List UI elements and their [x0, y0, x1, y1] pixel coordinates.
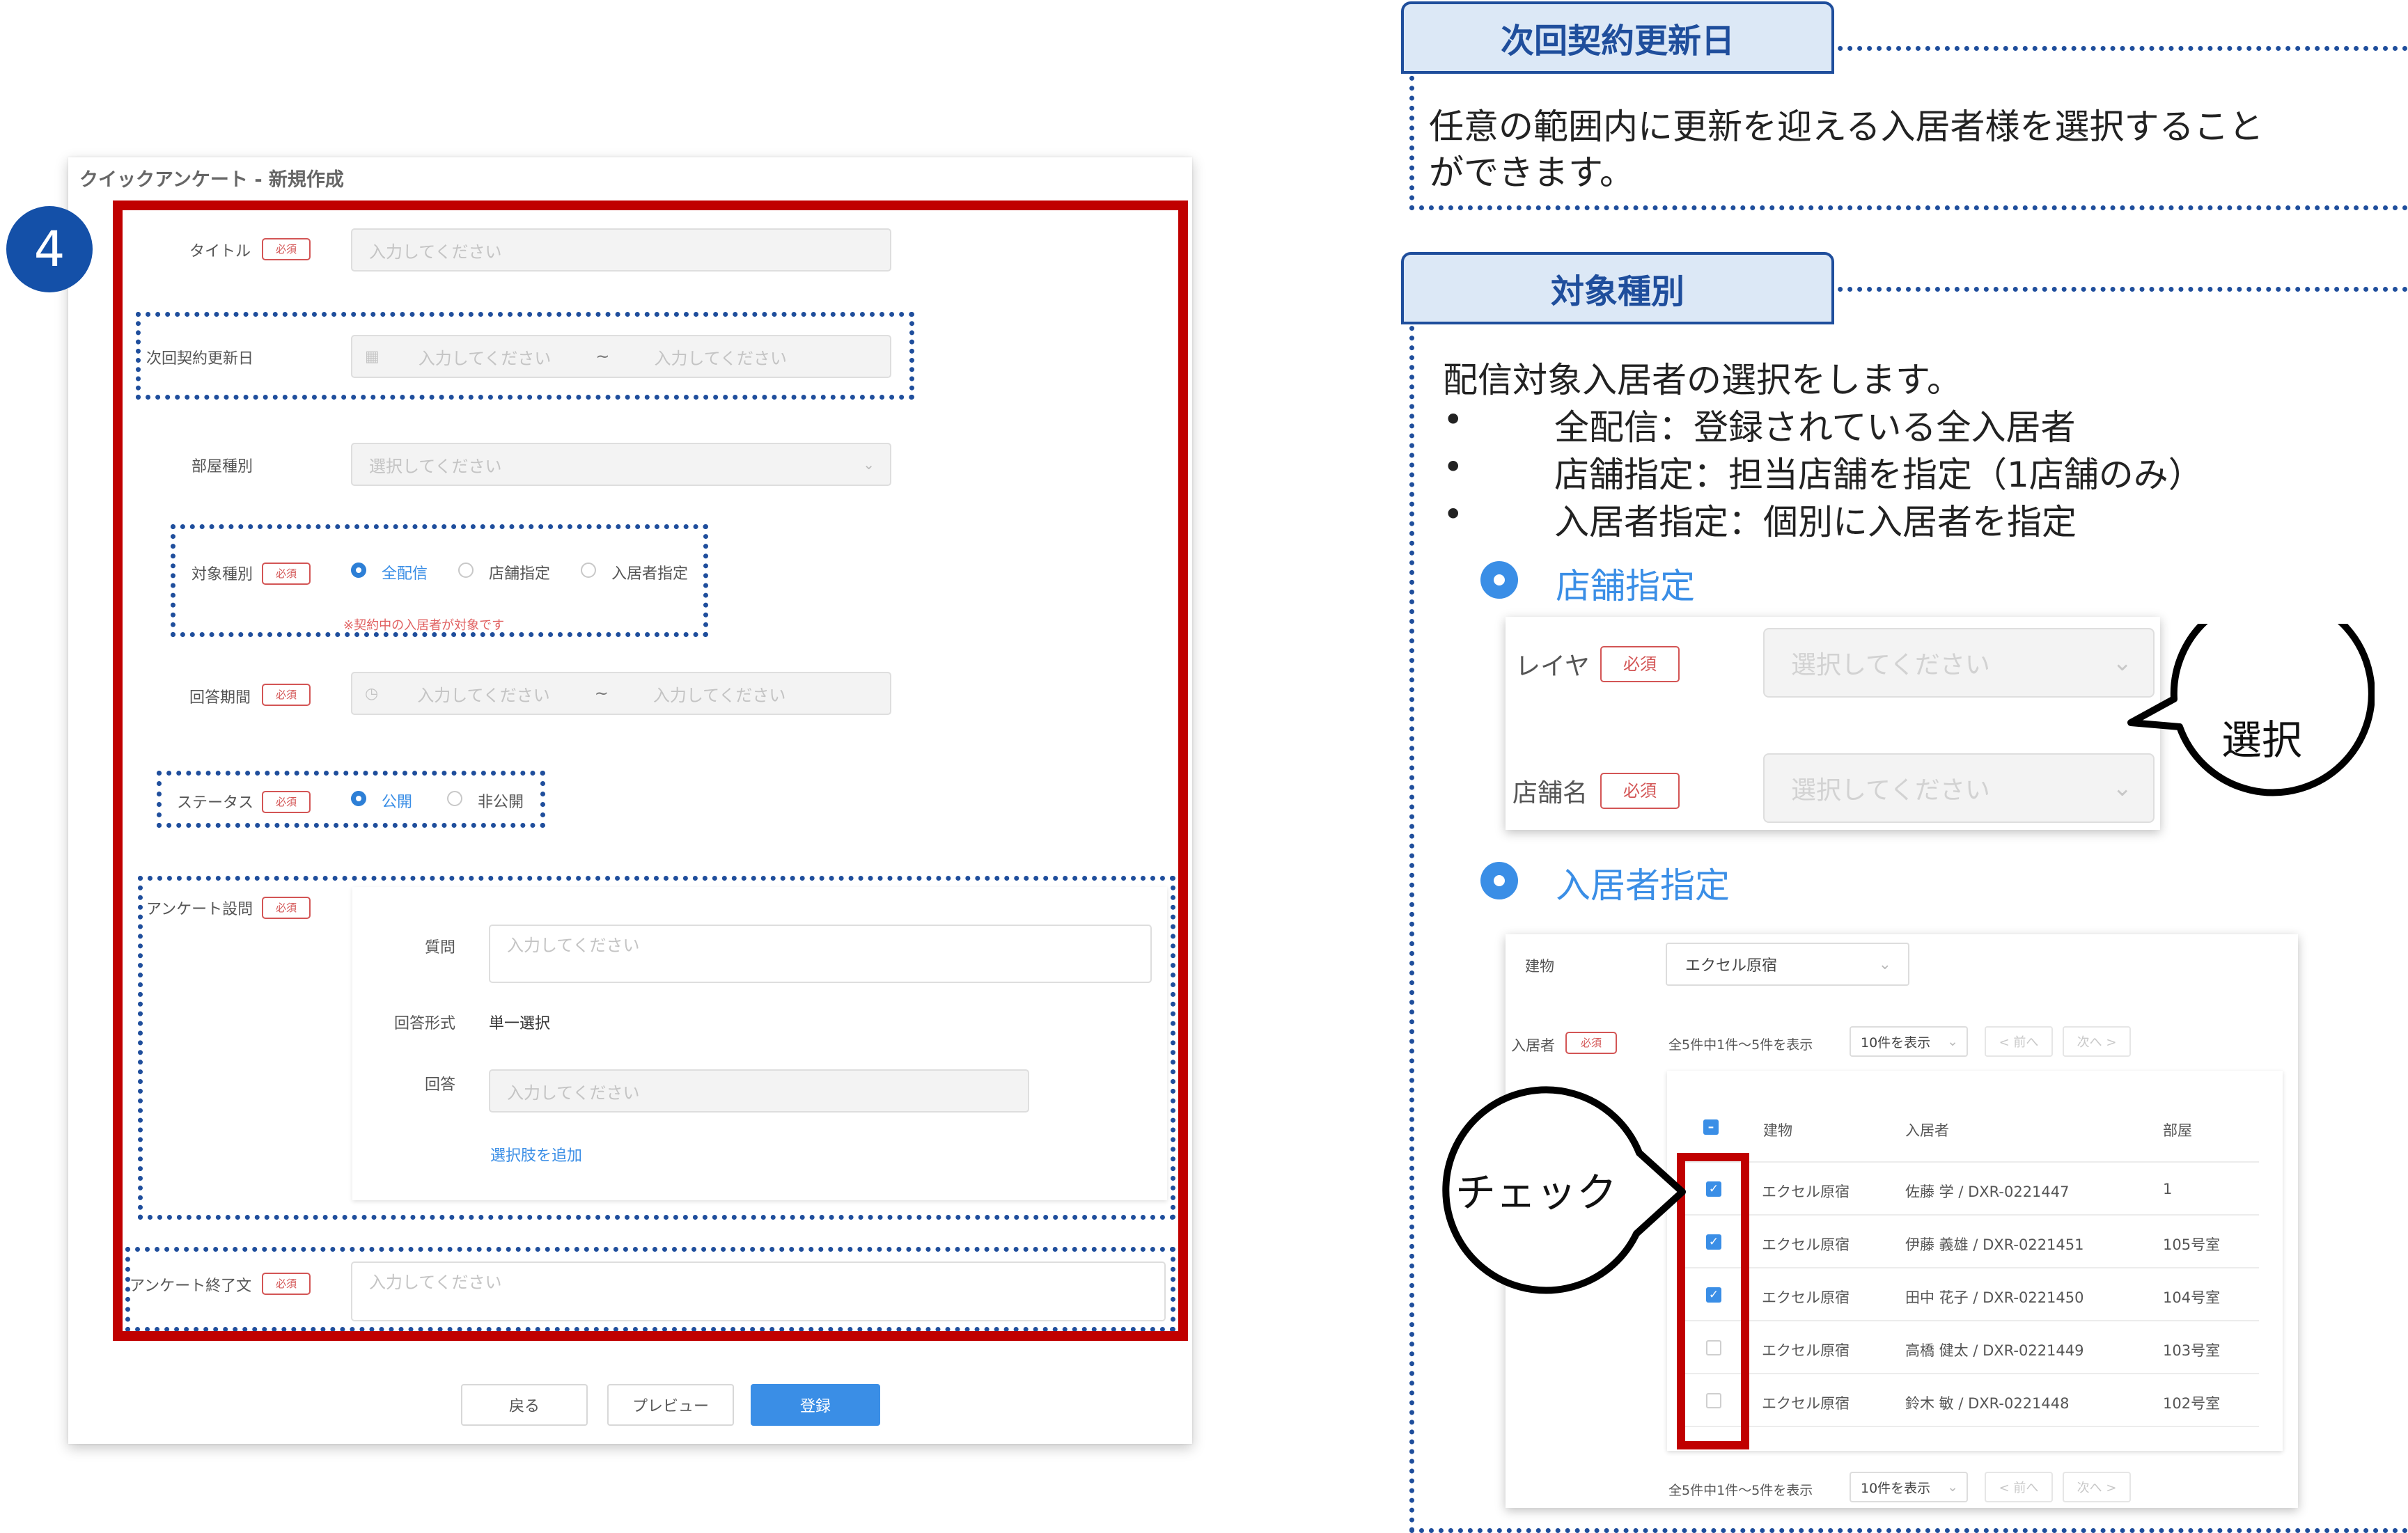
prev-page-button[interactable]: < 前へ: [1985, 1026, 2053, 1057]
store-select-placeholder: 選択してください: [1791, 776, 1990, 805]
row-5-resident: 鈴木 敏 / DXR-0221448: [1905, 1395, 2070, 1412]
count-text: 全5件中1件〜5件を表示: [1668, 1037, 1813, 1053]
bullet-dot: •: [1443, 400, 1464, 440]
next-page-button[interactable]: 次へ >: [2063, 1026, 2131, 1057]
row-divider: [1682, 1426, 2259, 1427]
building-select[interactable]: エクセル原宿 ⌄: [1666, 943, 1909, 986]
required-badge: 必須: [1600, 773, 1680, 809]
target-callout-tab: 対象種別: [1401, 252, 1834, 324]
back-button[interactable]: 戻る: [461, 1384, 588, 1426]
row-4-building: エクセル原宿: [1762, 1342, 1850, 1359]
required-badge: 必須: [1565, 1032, 1617, 1054]
bullet-dot: •: [1443, 447, 1464, 487]
store-name-select[interactable]: 選択してください ⌄: [1763, 753, 2155, 823]
row-4-resident: 高橋 健太 / DXR-0221449: [1905, 1342, 2084, 1359]
count-text-bottom: 全5件中1件〜5件を表示: [1668, 1483, 1813, 1498]
store-name-label: 店舗名: [1512, 779, 1588, 808]
layer-select[interactable]: 選択してください ⌄: [1763, 628, 2155, 698]
resident-option-label: 入居者指定: [1556, 865, 1730, 906]
column-room: 部屋: [2163, 1122, 2192, 1139]
column-resident: 入居者: [1905, 1122, 1949, 1139]
next-page-button-bottom[interactable]: 次へ >: [2063, 1472, 2131, 1502]
row-1-building: エクセル原宿: [1762, 1184, 1850, 1200]
required-badge: 必須: [1600, 646, 1680, 682]
row-4-room: 103号室: [2163, 1342, 2221, 1359]
store-option-label: 店舗指定: [1556, 566, 1695, 606]
row-2-resident: 伊藤 義雄 / DXR-0221451: [1905, 1236, 2084, 1253]
target-bullet-3: 入居者指定：個別に入居者を指定: [1554, 502, 2077, 542]
row-3-building: エクセル原宿: [1762, 1289, 1850, 1306]
row-3-resident: 田中 花子 / DXR-0221450: [1905, 1289, 2084, 1306]
row-divider: [1682, 1214, 2259, 1216]
target-bullet-2: 店舗指定：担当店舗を指定（1店舗のみ）: [1554, 455, 2203, 495]
row-3-room: 104号室: [2163, 1289, 2221, 1306]
layer-select-placeholder: 選択してください: [1791, 651, 1990, 679]
per-page-value-bottom: 10件を表示: [1861, 1480, 1931, 1496]
per-page-select[interactable]: 10件を表示 ⌄: [1850, 1026, 1968, 1057]
resident-option-radio: [1480, 862, 1518, 899]
chevron-down-icon: ⌄: [1878, 955, 1891, 973]
chevron-down-icon: ⌄: [1947, 1479, 1958, 1495]
renewal-callout-text-2: ができます。: [1429, 152, 1634, 193]
prev-page-button-bottom[interactable]: < 前へ: [1985, 1472, 2053, 1502]
building-label: 建物: [1525, 958, 1554, 975]
select-bubble-text: 選択: [2221, 716, 2303, 764]
column-building: 建物: [1763, 1122, 1792, 1139]
form-title: クイックアンケート - 新規作成: [79, 169, 344, 191]
renewal-callout-text-1: 任意の範囲内に更新を迎える入居者様を選択すること: [1429, 107, 2264, 147]
resident-label: 入居者: [1511, 1037, 1555, 1054]
target-bullet-1: 全配信：登録されている全入居者: [1554, 407, 2076, 448]
building-select-value: エクセル原宿: [1685, 957, 1778, 975]
form-red-frame: [113, 201, 1188, 1341]
store-option-radio: [1480, 561, 1518, 599]
renewal-callout-tab: 次回契約更新日: [1401, 1, 1834, 74]
row-divider: [1682, 1373, 2259, 1374]
row-1-resident: 佐藤 学 / DXR-0221447: [1905, 1184, 2070, 1200]
target-intro: 配信対象入居者の選択をします。: [1443, 360, 1962, 400]
bullet-dot: •: [1443, 494, 1464, 535]
register-button[interactable]: 登録: [751, 1384, 880, 1426]
row-divider: [1682, 1161, 2259, 1163]
per-page-value: 10件を表示: [1861, 1035, 1931, 1051]
row-1-room: 1: [2163, 1181, 2173, 1197]
layer-label: レイヤ: [1515, 652, 1590, 681]
row-5-room: 102号室: [2163, 1395, 2221, 1412]
row-divider: [1682, 1267, 2259, 1268]
per-page-select-bottom[interactable]: 10件を表示 ⌄: [1850, 1472, 1968, 1502]
step-number-badge: 4: [6, 206, 93, 292]
row-2-building: エクセル原宿: [1762, 1236, 1850, 1253]
row-2-room: 105号室: [2163, 1236, 2221, 1253]
chevron-down-icon: ⌄: [1947, 1034, 1958, 1049]
select-all-checkbox[interactable]: –: [1703, 1119, 1719, 1135]
check-bubble-text: チェック: [1455, 1169, 1618, 1216]
row-5-building: エクセル原宿: [1762, 1395, 1850, 1412]
row-divider: [1682, 1320, 2259, 1321]
preview-button[interactable]: プレビュー: [607, 1384, 734, 1426]
